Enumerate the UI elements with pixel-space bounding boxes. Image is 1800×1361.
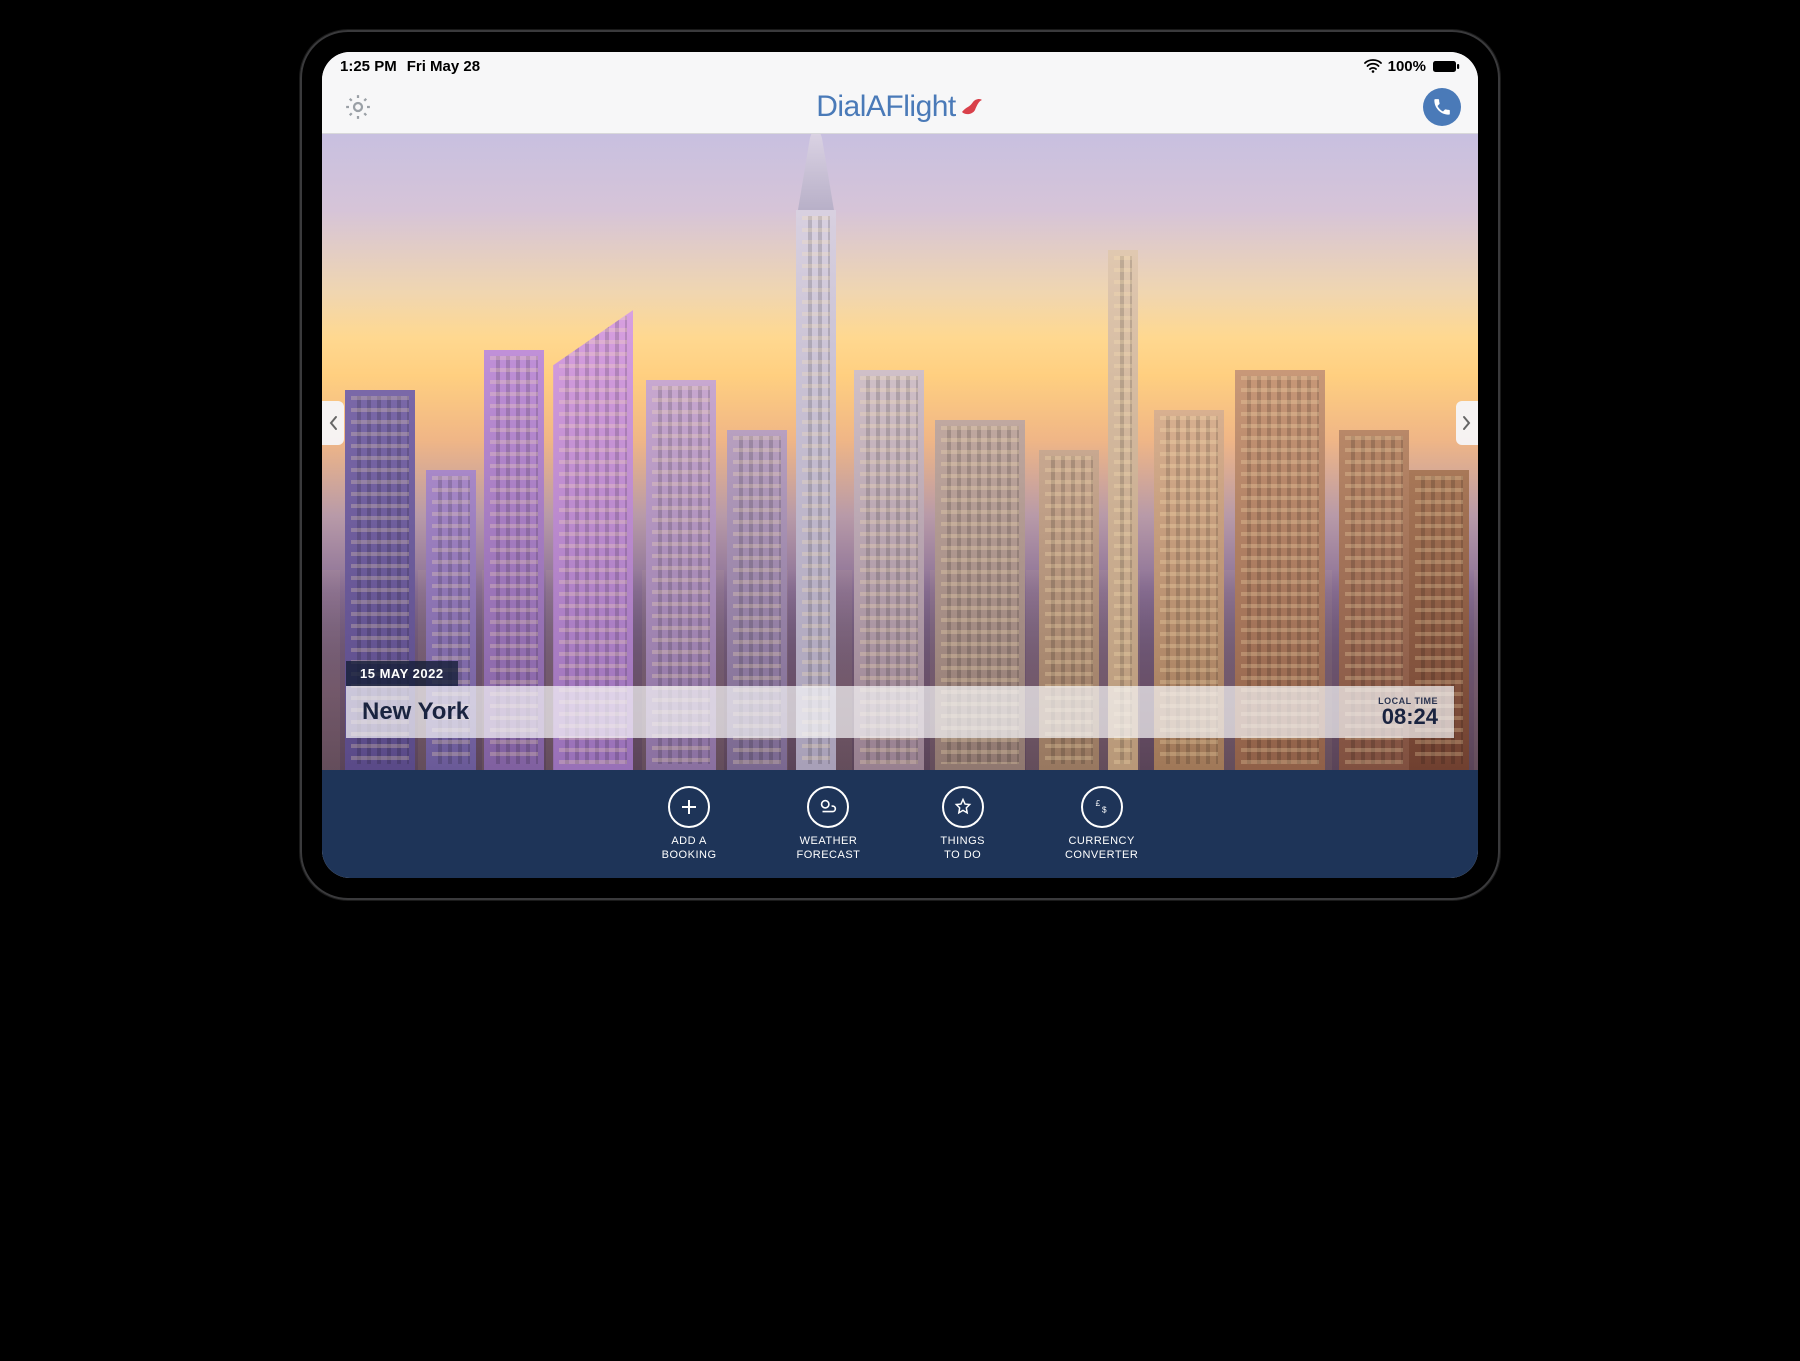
destination-info: 15 MAY 2022 New York LOCAL TIME 08:24 (346, 661, 1454, 738)
weather-forecast-button[interactable]: WEATHER FORECAST (797, 786, 861, 863)
chevron-left-icon (328, 415, 338, 431)
svg-text:$: $ (1102, 805, 1107, 814)
tablet-frame: 1:25 PM Fri May 28 100% (300, 30, 1500, 900)
next-destination-button[interactable] (1456, 401, 1478, 445)
top-bar: DialAFlight (322, 80, 1478, 134)
star-icon (942, 786, 984, 828)
weather-icon (807, 786, 849, 828)
plus-icon (668, 786, 710, 828)
weather-label: WEATHER FORECAST (797, 834, 861, 863)
currency-icon: £$ (1081, 786, 1123, 828)
gear-icon (343, 92, 373, 122)
currency-converter-button[interactable]: £$ CURRENCY CONVERTER (1065, 786, 1138, 863)
battery-icon (1432, 60, 1460, 73)
currency-label: CURRENCY CONVERTER (1065, 834, 1138, 863)
phone-icon (1432, 97, 1452, 117)
app-screen: 1:25 PM Fri May 28 100% (322, 52, 1478, 878)
things-label: THINGS TO DO (940, 834, 985, 863)
app-title: DialAFlight (816, 90, 984, 124)
things-to-do-button[interactable]: THINGS TO DO (940, 786, 985, 863)
wifi-icon (1364, 59, 1382, 73)
app-name-text: DialAFlight (816, 90, 956, 124)
local-time: 08:24 (1378, 706, 1438, 728)
settings-button[interactable] (338, 87, 378, 127)
call-button[interactable] (1422, 87, 1462, 127)
chevron-right-icon (1462, 415, 1472, 431)
destination-hero: 15 MAY 2022 New York LOCAL TIME 08:24 (322, 134, 1478, 770)
svg-text:£: £ (1095, 799, 1100, 808)
status-date: Fri May 28 (407, 58, 480, 75)
add-booking-button[interactable]: ADD A BOOKING (662, 786, 717, 863)
destination-city: New York (362, 698, 469, 726)
status-bar: 1:25 PM Fri May 28 100% (322, 52, 1478, 80)
battery-percent: 100% (1388, 58, 1426, 75)
bottom-toolbar: ADD A BOOKING WEATHER FORECAST THINGS TO… (322, 770, 1478, 878)
status-time: 1:25 PM (340, 58, 397, 75)
bird-icon (960, 90, 984, 124)
add-booking-label: ADD A BOOKING (662, 834, 717, 863)
prev-destination-button[interactable] (322, 401, 344, 445)
trip-date: 15 MAY 2022 (346, 661, 458, 686)
